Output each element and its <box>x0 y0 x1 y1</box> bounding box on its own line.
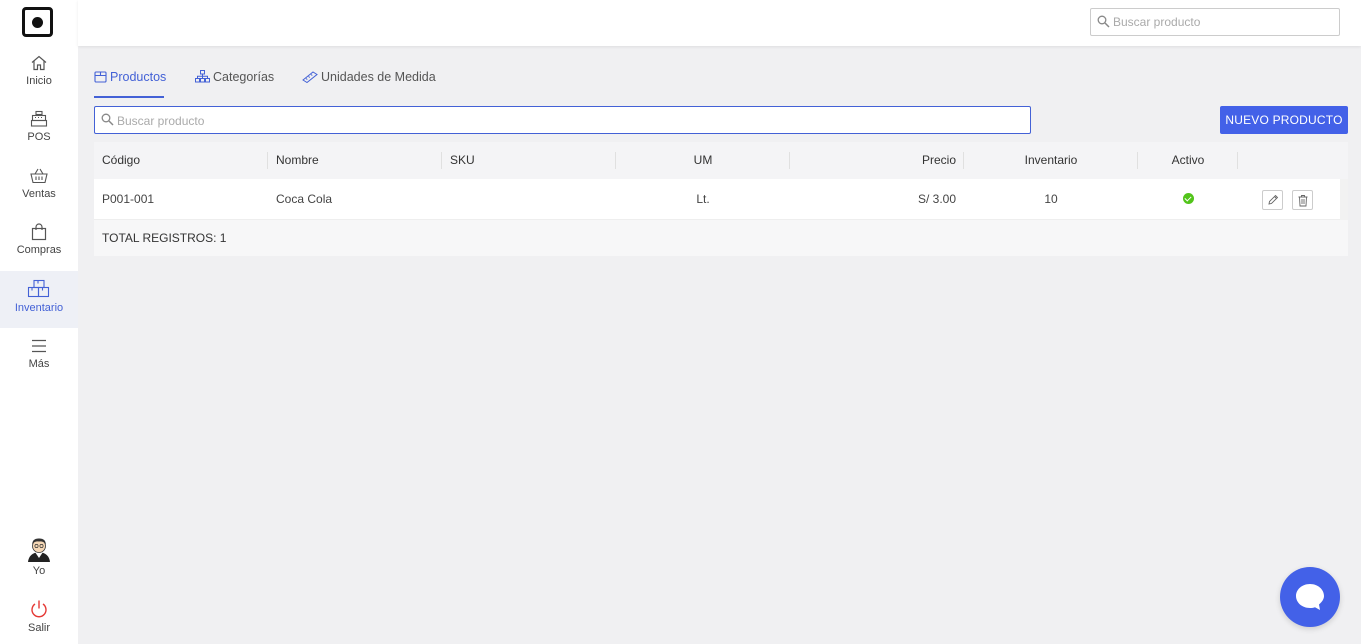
table-header: Código Nombre SKU UM Precio Inventario A… <box>94 142 1348 179</box>
tab-unidades-de-medida[interactable]: Unidades de Medida <box>302 70 436 98</box>
product-search-input[interactable] <box>117 112 1017 129</box>
column-header-activo[interactable]: Activo <box>1138 142 1238 179</box>
delete-button[interactable] <box>1292 190 1313 210</box>
total-records: TOTAL REGISTROS: 1 <box>102 231 227 245</box>
pencil-icon <box>1268 194 1279 205</box>
column-header-codigo[interactable]: Código <box>94 142 268 179</box>
table-footer: TOTAL REGISTROS: 1 <box>94 220 1348 256</box>
sidebar-item-label: Salir <box>27 622 50 634</box>
sidebar-item-pos[interactable]: POS <box>0 110 78 166</box>
cell-inventario: 10 <box>1044 192 1058 206</box>
sidebar: Inicio POS Ventas Compras Inventario Más… <box>0 0 78 644</box>
cell-precio: S/ 3.00 <box>917 192 956 206</box>
sidebar-item-label: Más <box>28 358 50 370</box>
avatar <box>28 538 50 562</box>
app-logo[interactable] <box>22 7 53 37</box>
header-search-input[interactable] <box>1113 13 1335 31</box>
menu-icon <box>32 339 46 353</box>
sidebar-item-label: POS <box>27 131 51 143</box>
home-icon <box>31 55 47 71</box>
sidebar-item-label: Ventas <box>22 188 56 200</box>
power-icon <box>31 600 47 618</box>
edit-button[interactable] <box>1262 190 1283 210</box>
cell-um: Lt. <box>696 192 710 206</box>
sidebar-item-user[interactable]: Yo <box>0 536 78 592</box>
column-header-nombre[interactable]: Nombre <box>268 142 442 179</box>
chat-icon <box>1296 584 1324 610</box>
tab-label: Productos <box>110 70 167 84</box>
cell-codigo: P001-001 <box>102 192 155 206</box>
tab-productos[interactable]: Productos <box>94 70 167 98</box>
hierarchy-icon <box>195 70 210 83</box>
row-scrollbar <box>1340 179 1348 220</box>
column-header-inventario[interactable]: Inventario <box>964 142 1138 179</box>
sidebar-item-ventas[interactable]: Ventas <box>0 167 78 223</box>
column-header-sku[interactable]: SKU <box>442 142 616 179</box>
tab-label: Categorías <box>213 70 275 84</box>
trash-icon <box>1298 195 1308 207</box>
tab-label: Unidades de Medida <box>321 70 436 84</box>
table-row[interactable]: P001-001 Coca Cola Lt. S/ 3.00 10 <box>94 179 1348 220</box>
search-icon <box>101 113 114 126</box>
basket-icon <box>30 168 48 184</box>
cash-register-icon <box>30 110 48 127</box>
shopping-bag-icon <box>31 223 47 241</box>
column-header-precio[interactable]: Precio <box>790 142 964 179</box>
sidebar-item-mas[interactable]: Más <box>0 337 78 393</box>
header-search <box>1090 8 1340 36</box>
sidebar-item-label: Yo <box>32 565 46 577</box>
chat-button[interactable] <box>1280 567 1340 627</box>
cell-sku <box>442 179 616 220</box>
active-status-icon <box>1182 193 1194 204</box>
search-icon <box>1097 15 1110 28</box>
ruler-icon <box>302 71 318 84</box>
sidebar-item-salir[interactable]: Salir <box>0 599 78 644</box>
box-icon <box>94 71 107 83</box>
boxes-icon <box>27 279 50 298</box>
product-search <box>94 106 1031 134</box>
sidebar-item-label: Inicio <box>26 75 52 87</box>
top-bar <box>78 0 1361 46</box>
sidebar-item-label: Compras <box>16 244 62 256</box>
column-header-um[interactable]: UM <box>616 142 790 179</box>
cell-nombre: Coca Cola <box>276 192 333 206</box>
tab-categorias[interactable]: Categorías <box>195 70 274 98</box>
sidebar-item-inventario[interactable]: Inventario <box>0 271 78 328</box>
cell-activo <box>1138 179 1238 220</box>
new-product-button[interactable]: NUEVO PRODUCTO <box>1220 106 1348 134</box>
products-table: Código Nombre SKU UM Precio Inventario A… <box>94 142 1348 256</box>
sidebar-item-label: Inventario <box>14 302 64 314</box>
sidebar-item-inicio[interactable]: Inicio <box>0 54 78 110</box>
